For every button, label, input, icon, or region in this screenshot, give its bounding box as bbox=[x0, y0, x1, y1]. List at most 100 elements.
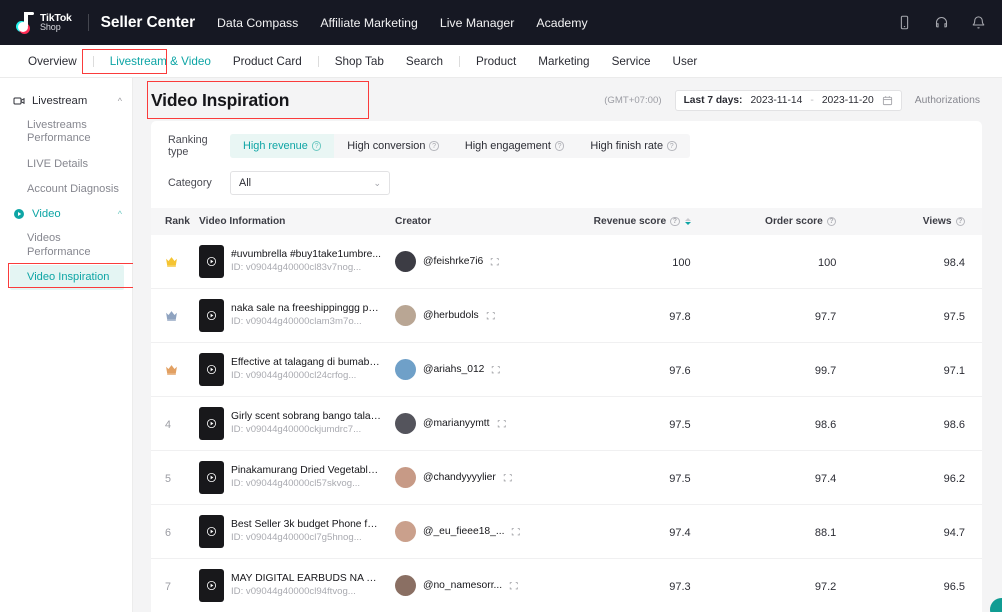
timezone-label: (GMT+07:00) bbox=[604, 95, 662, 106]
help-icon[interactable]: ? bbox=[955, 216, 965, 227]
ranking-tab-high-conversion[interactable]: High conversion ? bbox=[334, 134, 452, 158]
expand-icon[interactable] bbox=[509, 581, 519, 591]
sidebar-item-videos-performance[interactable]: Videos Performance bbox=[0, 226, 132, 265]
category-select[interactable]: All ⌄ bbox=[230, 171, 390, 195]
column-header-creator[interactable]: Creator bbox=[395, 208, 545, 235]
avatar[interactable] bbox=[395, 467, 416, 488]
cell-rank: 6 bbox=[151, 504, 199, 559]
cell-order-score: 98.6 bbox=[690, 396, 837, 451]
creator-handle[interactable]: @no_namesorr... bbox=[423, 580, 502, 591]
help-icon[interactable]: ? bbox=[311, 141, 322, 151]
subnav-item-product[interactable]: Product bbox=[465, 55, 527, 68]
creator-handle[interactable]: @feishrke7i6 bbox=[423, 256, 483, 267]
sidebar-item-video-inspiration[interactable]: Video Inspiration bbox=[10, 264, 124, 291]
creator-handle[interactable]: @marianyymtt bbox=[423, 418, 490, 429]
subnav-item-marketing[interactable]: Marketing bbox=[527, 55, 600, 68]
help-icon[interactable]: ? bbox=[670, 216, 680, 227]
bell-icon[interactable] bbox=[971, 15, 986, 30]
table-row[interactable]: 5 Pinakamurang Dried Vegetable... ID: v0… bbox=[151, 450, 982, 505]
expand-icon[interactable] bbox=[490, 257, 500, 267]
avatar[interactable] bbox=[395, 305, 416, 326]
mobile-icon[interactable] bbox=[897, 15, 912, 30]
creator-handle[interactable]: @herbudols bbox=[423, 310, 479, 321]
video-thumbnail[interactable] bbox=[199, 461, 224, 494]
avatar[interactable] bbox=[395, 521, 416, 542]
video-title[interactable]: Best Seller 3k budget Phone fo... bbox=[231, 518, 381, 532]
sidebar-item-livestreams-performance[interactable]: Livestreams Performance bbox=[0, 113, 132, 152]
subnav-item-product-card[interactable]: Product Card bbox=[222, 55, 313, 68]
date-range-picker[interactable]: Last 7 days: 2023-11-14 - 2023-11-20 bbox=[674, 90, 902, 111]
video-thumbnail[interactable] bbox=[199, 353, 224, 386]
table-row[interactable]: naka sale na freeshippinggg pa... ID: v0… bbox=[151, 288, 982, 343]
top-nav-link-data-compass[interactable]: Data Compass bbox=[217, 16, 298, 30]
video-title[interactable]: MAY DIGITAL EARBUDS NA BA ... bbox=[231, 572, 381, 586]
video-title[interactable]: Girly scent sobrang bango talag... bbox=[231, 410, 381, 424]
table-row[interactable]: 7 MAY DIGITAL EARBUDS NA BA ... ID: v090… bbox=[151, 558, 982, 612]
help-icon[interactable]: ? bbox=[826, 216, 837, 227]
video-title[interactable]: Effective at talagang di bumaba... bbox=[231, 356, 381, 370]
cell-video-information: #uvumbrella #buy1take1umbre... ID: v0904… bbox=[199, 235, 395, 289]
column-header-revenue-score[interactable]: Revenue score ? bbox=[545, 208, 691, 235]
creator-handle[interactable]: @_eu_fieee18_... bbox=[423, 526, 504, 537]
column-header-video-information[interactable]: Video Information bbox=[199, 208, 395, 235]
top-nav-link-academy[interactable]: Academy bbox=[536, 16, 587, 30]
ranking-tab-high-revenue[interactable]: High revenue ? bbox=[230, 134, 335, 158]
help-icon[interactable]: ? bbox=[429, 141, 439, 151]
column-header-rank[interactable]: Rank bbox=[151, 208, 199, 235]
video-thumbnail[interactable] bbox=[199, 299, 224, 332]
video-thumbnail[interactable] bbox=[199, 407, 224, 440]
expand-icon[interactable] bbox=[511, 527, 521, 537]
help-icon[interactable]: ? bbox=[554, 141, 565, 151]
help-icon[interactable]: ? bbox=[667, 141, 677, 151]
expand-icon[interactable] bbox=[497, 419, 507, 429]
subnav-item-livestream-video[interactable]: Livestream & Video bbox=[99, 55, 222, 68]
avatar[interactable] bbox=[395, 413, 416, 434]
top-nav-link-live-manager[interactable]: Live Manager bbox=[440, 16, 515, 30]
creator-handle[interactable]: @chandyyyylier bbox=[423, 472, 496, 483]
calendar-icon[interactable] bbox=[882, 95, 893, 106]
sidebar-item-live-details[interactable]: LIVE Details bbox=[0, 152, 132, 177]
video-thumbnail[interactable] bbox=[199, 245, 224, 278]
sidebar-item-account-diagnosis[interactable]: Account Diagnosis bbox=[0, 177, 132, 202]
video-thumbnail[interactable] bbox=[199, 515, 224, 548]
expand-icon[interactable] bbox=[491, 365, 501, 375]
video-title[interactable]: naka sale na freeshippinggg pa... bbox=[231, 302, 381, 316]
video-thumbnail[interactable] bbox=[199, 569, 224, 602]
tiktok-shop-logo[interactable]: TikTok Shop bbox=[16, 12, 72, 34]
video-title[interactable]: #uvumbrella #buy1take1umbre... bbox=[231, 248, 381, 262]
main-content: Video Inspiration (GMT+07:00) Last 7 day… bbox=[133, 78, 1002, 612]
top-nav-link-affiliate-marketing[interactable]: Affiliate Marketing bbox=[320, 16, 418, 30]
subnav-item-search[interactable]: Search bbox=[395, 55, 454, 68]
column-header-label: Views bbox=[922, 216, 952, 227]
column-header-order-score[interactable]: Order score ? bbox=[690, 208, 837, 235]
avatar[interactable] bbox=[395, 251, 416, 272]
table-row[interactable]: Effective at talagang di bumaba... ID: v… bbox=[151, 342, 982, 397]
creator-handle[interactable]: @ariahs_012 bbox=[423, 364, 484, 375]
avatar[interactable] bbox=[395, 359, 416, 380]
table-header-row: Rank Video Information Creator Revenue s… bbox=[151, 208, 982, 235]
table-row[interactable]: #uvumbrella #buy1take1umbre... ID: v0904… bbox=[151, 235, 982, 289]
subnav-item-user[interactable]: User bbox=[662, 55, 709, 68]
sidebar-group-video[interactable]: Video ^ bbox=[0, 202, 132, 226]
table-row[interactable]: 6 Best Seller 3k budget Phone fo... ID: … bbox=[151, 504, 982, 559]
video-title[interactable]: Pinakamurang Dried Vegetable... bbox=[231, 464, 381, 478]
authorizations-link[interactable]: Authorizations bbox=[915, 95, 980, 106]
column-header-views[interactable]: Views ? bbox=[836, 208, 982, 235]
ranking-tab-high-finish-rate[interactable]: High finish rate ? bbox=[577, 134, 689, 158]
expand-icon[interactable] bbox=[486, 311, 496, 321]
chevron-down-icon[interactable]: ⌄ bbox=[373, 178, 381, 189]
table-row[interactable]: 4 Girly scent sobrang bango talag... ID:… bbox=[151, 396, 982, 451]
sort-indicator-icon[interactable] bbox=[684, 218, 691, 225]
subnav-item-overview[interactable]: Overview bbox=[17, 55, 88, 68]
avatar[interactable] bbox=[395, 575, 416, 596]
ranking-tab-high-engagement[interactable]: High engagement ? bbox=[452, 134, 577, 158]
seller-center-title[interactable]: Seller Center bbox=[101, 14, 195, 32]
floating-action-button[interactable] bbox=[990, 598, 1002, 612]
chevron-up-icon[interactable]: ^ bbox=[118, 209, 122, 219]
subnav-item-service[interactable]: Service bbox=[601, 55, 662, 68]
expand-icon[interactable] bbox=[503, 473, 513, 483]
chevron-up-icon[interactable]: ^ bbox=[118, 96, 122, 106]
headset-icon[interactable] bbox=[934, 15, 949, 30]
sidebar-group-livestream[interactable]: Livestream ^ bbox=[0, 89, 132, 113]
subnav-item-shop-tab[interactable]: Shop Tab bbox=[324, 55, 395, 68]
